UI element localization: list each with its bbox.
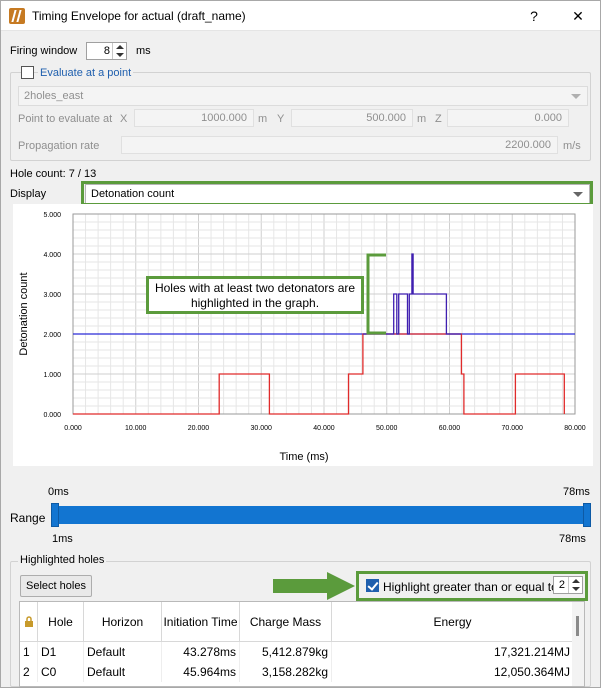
highlighted-holes-label: Highlighted holes bbox=[18, 554, 107, 566]
propagation-rate-unit: m/s bbox=[563, 140, 581, 152]
cell-horizon[interactable]: Default bbox=[84, 642, 162, 662]
y-unit: m bbox=[417, 113, 427, 125]
y-tick-label: 5.000 bbox=[43, 212, 61, 219]
firing-window-unit: ms bbox=[136, 45, 151, 57]
select-holes-button[interactable]: Select holes bbox=[20, 575, 92, 597]
y-tick-label: 2.000 bbox=[43, 332, 61, 339]
close-icon[interactable]: ✕ bbox=[568, 6, 588, 26]
x-unit: m bbox=[258, 113, 268, 125]
y-field[interactable]: 500.000 bbox=[291, 109, 413, 127]
range-high-value: 78ms bbox=[559, 533, 586, 545]
cell-mass[interactable]: 3,158.282kg bbox=[240, 662, 332, 682]
row-number: 1 bbox=[20, 642, 38, 662]
y-tick-label: 1.000 bbox=[43, 372, 61, 379]
lock-icon[interactable] bbox=[20, 602, 38, 642]
detonation-chart: 0.000 10.000 20.000 30.000 40.000 50.000 60.00… bbox=[18, 212, 586, 463]
x-tick-label: 10.000 bbox=[125, 425, 147, 432]
point-select[interactable]: 2holes_east bbox=[18, 86, 588, 106]
y-tick-label: 0.000 bbox=[43, 412, 61, 419]
arrow-head-icon bbox=[327, 572, 355, 600]
help-button[interactable]: ? bbox=[524, 6, 544, 26]
point-select-value: 2holes_east bbox=[24, 90, 84, 102]
z-label: Z bbox=[435, 113, 442, 125]
x-tick-label: 40.000 bbox=[313, 425, 335, 432]
x-tick-label: 60.000 bbox=[439, 425, 461, 432]
range-min-label: 0ms bbox=[48, 486, 69, 498]
column-header-initiation-time[interactable]: Initiation Time bbox=[162, 602, 240, 642]
cell-energy[interactable]: 17,321.214MJ bbox=[332, 642, 574, 662]
hole-count: Hole count: 7 / 13 bbox=[10, 168, 97, 180]
x-tick-label: 0.000 bbox=[64, 425, 82, 432]
range-high-handle[interactable] bbox=[583, 503, 591, 527]
cell-energy[interactable]: 12,050.364MJ bbox=[332, 662, 574, 682]
firing-window-label: Firing window bbox=[10, 45, 78, 57]
range-slider-track[interactable] bbox=[53, 506, 589, 524]
z-field[interactable]: 0.000 bbox=[447, 109, 569, 127]
display-highlight-box bbox=[81, 181, 593, 206]
x-tick-label: 50.000 bbox=[376, 425, 398, 432]
x-tick-label: 80.000 bbox=[564, 425, 586, 432]
range-label: Range bbox=[10, 511, 46, 525]
chevron-down-icon bbox=[571, 94, 581, 99]
propagation-rate-field[interactable]: 2200.000 bbox=[121, 136, 558, 154]
column-header-charge-mass[interactable]: Charge Mass bbox=[240, 602, 332, 642]
cell-hole[interactable]: C0 bbox=[38, 662, 84, 682]
column-header-horizon[interactable]: Horizon bbox=[84, 602, 162, 642]
x-field[interactable]: 1000.000 bbox=[134, 109, 254, 127]
range-low-value: 1ms bbox=[52, 533, 73, 545]
propagation-rate-label: Propagation rate bbox=[18, 140, 100, 152]
y-tick-label: 3.000 bbox=[43, 292, 61, 299]
column-header-energy[interactable]: Energy bbox=[332, 602, 574, 642]
evaluate-label[interactable]: Evaluate at a point bbox=[38, 67, 134, 79]
dialog-title: Timing Envelope for actual (draft_name) bbox=[32, 9, 246, 23]
cell-hole[interactable]: D1 bbox=[38, 642, 84, 662]
chart-area: 0.000 10.000 20.000 30.000 40.000 50.000 60.00… bbox=[13, 204, 593, 466]
firing-window-value: 8 bbox=[103, 45, 110, 57]
range-low-handle[interactable] bbox=[51, 503, 59, 527]
range-max-label: 78ms bbox=[563, 486, 590, 498]
title-draft-name: (draft_name) bbox=[176, 9, 246, 23]
x-label: X bbox=[120, 113, 128, 125]
annotation-bracket bbox=[366, 253, 386, 335]
timing-envelope-dialog: Timing Envelope for actual (draft_name) … bbox=[0, 0, 601, 688]
column-header-hole[interactable]: Hole bbox=[38, 602, 84, 642]
x-tick-label: 30.000 bbox=[251, 425, 273, 432]
title-bar: Timing Envelope for actual (draft_name) … bbox=[1, 1, 600, 31]
x-tick-label: 70.000 bbox=[502, 425, 524, 432]
scrollbar-thumb[interactable] bbox=[576, 616, 579, 636]
y-axis-label: Detonation count bbox=[18, 272, 30, 355]
table-scrollbar[interactable] bbox=[572, 602, 584, 686]
y-tick-label: 4.000 bbox=[43, 252, 61, 259]
firing-window-spinbox[interactable]: 8 bbox=[86, 42, 127, 60]
highlighted-holes-table: Hole Horizon Initiation Time Charge Mass… bbox=[19, 601, 585, 687]
app-logo-icon bbox=[9, 8, 25, 24]
cell-time[interactable]: 45.964ms bbox=[162, 662, 240, 682]
annotation-callout: Holes with at least two detonators are h… bbox=[146, 276, 364, 314]
x-axis-label: Time (ms) bbox=[279, 451, 328, 463]
point-label: Point to evaluate at bbox=[18, 113, 113, 125]
highlight-emphasis-box bbox=[356, 571, 588, 601]
x-tick-label: 20.000 bbox=[188, 425, 210, 432]
title-text: Timing Envelope for actual bbox=[32, 9, 174, 23]
cell-horizon[interactable]: Default bbox=[84, 662, 162, 682]
cell-mass[interactable]: 5,412.879kg bbox=[240, 642, 332, 662]
arrow-icon bbox=[273, 579, 331, 593]
evaluate-checkbox[interactable] bbox=[21, 66, 34, 79]
y-label: Y bbox=[277, 113, 285, 125]
display-label: Display bbox=[10, 188, 47, 200]
cell-time[interactable]: 43.278ms bbox=[162, 642, 240, 662]
row-number: 2 bbox=[20, 662, 38, 682]
spin-arrows-icon[interactable] bbox=[112, 43, 126, 59]
